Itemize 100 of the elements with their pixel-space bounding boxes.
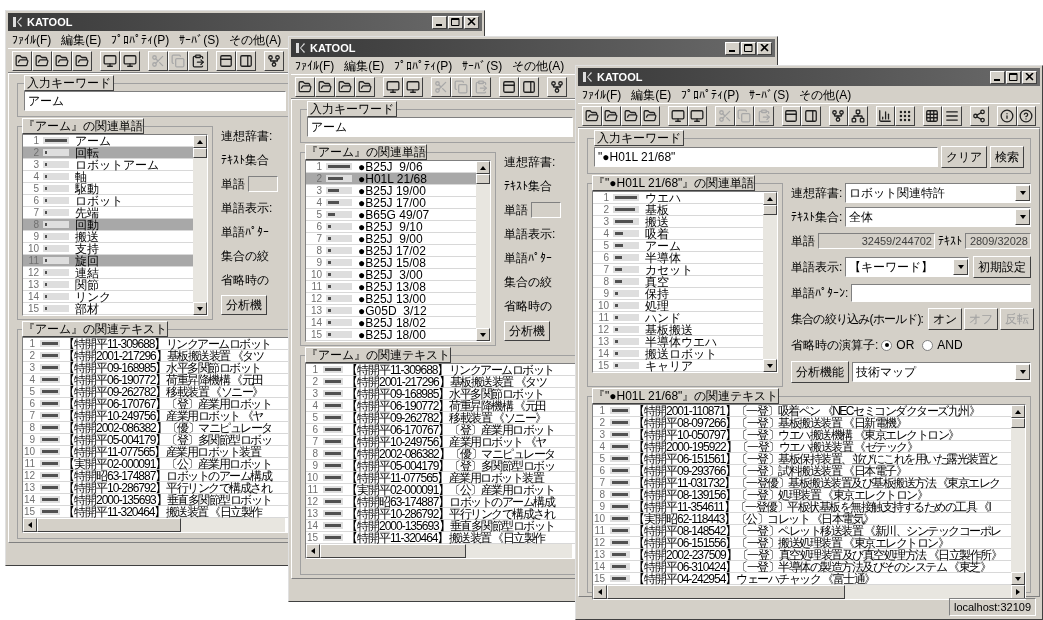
scroll-down-icon[interactable] — [479, 330, 487, 339]
toolbar-button[interactable] — [895, 105, 915, 126]
menu-item[interactable]: ﾌｧｲﾙ(F) — [295, 58, 335, 73]
dropdown[interactable]: 技術マップ — [852, 362, 1031, 382]
toolbar-button[interactable] — [100, 50, 120, 71]
horizontal-scrollbar[interactable] — [593, 585, 1025, 599]
word-row[interactable]: 3 ●B25J 19/00 — [306, 185, 476, 197]
toolbar-button[interactable] — [383, 76, 403, 97]
close-button[interactable] — [757, 41, 772, 55]
word-row[interactable]: 13 ●G05D 3/12 — [306, 305, 476, 317]
word-row[interactable]: 2 基板 — [593, 204, 763, 216]
word-row[interactable]: 5 アーム — [593, 240, 763, 252]
vertical-scrollbar[interactable] — [193, 135, 207, 315]
word-row[interactable]: 5 ●B65G 49/07 — [306, 209, 476, 221]
word-row[interactable]: 8 ●B25J 17/02 — [306, 245, 476, 257]
word-row[interactable]: 9 搬送 — [23, 231, 193, 243]
toolbar-button[interactable] — [922, 105, 942, 126]
button[interactable]: オン — [928, 308, 963, 330]
menu-item[interactable]: ｻｰﾊﾞ(S) — [179, 32, 220, 47]
patent-number[interactable]: 【特開平06-310424】 — [633, 560, 737, 573]
word-row[interactable]: 10 ●B25J 3/00 — [306, 269, 476, 281]
word-row[interactable]: 10 支持 — [23, 243, 193, 255]
button[interactable]: 分析機 — [504, 321, 550, 341]
word-row[interactable]: 6 ●B25J 9/10 — [306, 221, 476, 233]
patent-number[interactable]: 【特開平11-354611】 — [633, 500, 735, 513]
patent-number[interactable]: 【特開平09-262782】 — [346, 411, 450, 424]
word-row[interactable]: 1 アーム — [23, 135, 193, 147]
toolbar-button[interactable] — [216, 50, 236, 71]
toolbar-button[interactable] — [264, 50, 284, 71]
menu-item[interactable]: ﾌﾟﾛﾊﾟﾃｨ(P) — [394, 58, 453, 73]
toolbar-button[interactable] — [519, 76, 539, 97]
patent-number[interactable]: 【特開平11-320464】 — [346, 531, 449, 544]
patent-number[interactable]: 【特開平09-168985】 — [346, 387, 450, 400]
patent-number[interactable]: 【特開平06-190772】 — [63, 373, 167, 386]
scroll-thumb[interactable] — [476, 174, 490, 184]
word-row[interactable]: 4 軸 — [23, 171, 193, 183]
word-row[interactable]: 9 ●B25J 15/08 — [306, 257, 476, 269]
dropdown[interactable]: ロボット関連特許 — [845, 183, 1031, 203]
toolbar-button[interactable] — [32, 50, 52, 71]
patent-number[interactable]: 【特開平05-004179】 — [63, 433, 167, 446]
patent-number[interactable]: 【特開平09-262782】 — [63, 385, 167, 398]
menu-item[interactable]: 編集(E) — [344, 58, 385, 73]
close-button[interactable] — [464, 15, 479, 29]
toolbar-button[interactable] — [687, 105, 707, 126]
word-row[interactable]: 1 ウエハ — [593, 192, 763, 204]
maximize-button[interactable] — [448, 15, 463, 29]
word-row[interactable]: 7 先端 — [23, 207, 193, 219]
scroll-down-icon[interactable] — [766, 361, 774, 370]
word-row[interactable]: 4 吸着 — [593, 228, 763, 240]
radio-icon[interactable] — [881, 339, 893, 351]
menu-item[interactable]: ﾌｧｲﾙ(F) — [582, 87, 622, 102]
patent-number[interactable]: 【特開2002-237509】 — [633, 548, 737, 561]
toolbar-button[interactable] — [828, 105, 848, 126]
scroll-thumb[interactable] — [607, 585, 845, 599]
scroll-thumb[interactable] — [763, 205, 777, 215]
keyword-field[interactable]: アーム — [24, 91, 286, 111]
menu-item[interactable]: ﾌｧｲﾙ(F) — [12, 32, 52, 47]
vertical-scrollbar[interactable] — [476, 161, 490, 341]
toolbar-button[interactable] — [236, 50, 256, 71]
menu-item[interactable]: 編集(E) — [61, 32, 102, 47]
button[interactable]: 分析機能 — [791, 361, 849, 383]
word-row[interactable]: 14 ●B25J 18/02 — [306, 317, 476, 329]
scroll-down-icon[interactable] — [196, 304, 204, 313]
word-row[interactable]: 13 関節 — [23, 279, 193, 291]
patent-number[interactable]: 【特開平06-151561】 — [633, 452, 737, 465]
radio-icon[interactable] — [922, 339, 934, 351]
toolbar-button[interactable] — [668, 105, 688, 126]
patent-number[interactable]: 【実開昭62-118443】 — [633, 512, 736, 525]
button[interactable]: 検索 — [990, 146, 1024, 168]
toolbar-button[interactable] — [335, 76, 355, 97]
patent-number[interactable]: 【特開平06-190772】 — [346, 399, 450, 412]
scroll-right-icon[interactable] — [1014, 588, 1022, 596]
scroll-thumb[interactable] — [193, 148, 207, 158]
patent-number[interactable]: 【特開平10-286792】 — [346, 507, 450, 520]
patent-number[interactable]: 【特開平08-148542】 — [633, 524, 737, 537]
toolbar-button[interactable] — [315, 76, 335, 97]
patent-number[interactable]: 【特開平09-168985】 — [63, 361, 167, 374]
patent-number[interactable]: 【特開平05-004179】 — [346, 459, 450, 472]
patent-number[interactable]: 【特開2002-086382】 — [63, 421, 167, 434]
patent-number[interactable]: 【特開昭63-174887】 — [63, 469, 167, 482]
minimize-button[interactable] — [432, 15, 447, 29]
patent-number[interactable]: 【特開平11-309688】 — [63, 337, 166, 350]
menu-item[interactable]: ﾌﾟﾛﾊﾟﾃｨ(P) — [111, 32, 170, 47]
patent-number[interactable]: 【実開平02-000091】 — [346, 483, 450, 496]
word-row[interactable]: 14 搬送ロボット — [593, 348, 763, 360]
word-row[interactable]: 15 ●B25J 18/00 — [306, 329, 476, 341]
horizontal-scrollbar[interactable] — [23, 518, 285, 532]
toolbar-button[interactable] — [120, 50, 140, 71]
scroll-left-icon[interactable] — [596, 588, 604, 596]
patent-number[interactable]: 【特開平11-031732】 — [633, 476, 736, 489]
pattern-field[interactable] — [851, 284, 1031, 302]
dropdown-arrow-icon[interactable] — [1018, 189, 1027, 197]
scroll-left-icon[interactable] — [309, 547, 317, 555]
toolbar-button[interactable] — [582, 105, 602, 126]
word-row[interactable]: 13 半導体ウエハ — [593, 336, 763, 348]
keyword-field[interactable]: アーム — [307, 117, 573, 137]
word-row[interactable]: 7 ●B25J 9/00 — [306, 233, 476, 245]
toolbar-button[interactable] — [188, 50, 208, 71]
dropdown-arrow-icon[interactable] — [1018, 213, 1027, 221]
toolbar-button[interactable] — [942, 105, 962, 126]
